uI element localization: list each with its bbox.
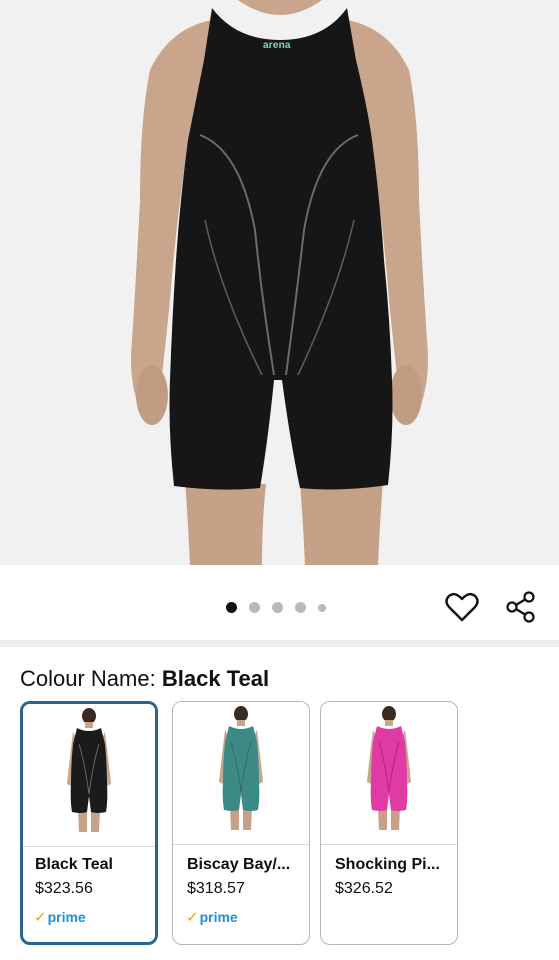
section-divider bbox=[0, 640, 559, 647]
colour-label: Colour Name: bbox=[20, 666, 162, 691]
carousel-dot[interactable] bbox=[249, 602, 260, 613]
favorite-button[interactable] bbox=[444, 589, 480, 625]
swatch-thumbnail bbox=[321, 702, 457, 845]
colour-swatch-shocking-pink[interactable]: Shocking Pi... $326.52 bbox=[320, 701, 458, 945]
share-button[interactable] bbox=[503, 589, 539, 625]
swimsuit-model-illustration bbox=[0, 0, 559, 565]
carousel-dot[interactable] bbox=[272, 602, 283, 613]
swatch-name: Biscay Bay/... bbox=[187, 856, 291, 873]
share-icon bbox=[506, 591, 535, 623]
swimsuit-thumbnail bbox=[219, 706, 263, 830]
carousel-dot[interactable] bbox=[226, 602, 237, 613]
brand-logo: arena bbox=[263, 40, 291, 51]
colour-swatch-list: Black Teal $323.56 ✓ prime Biscay Bay/...… bbox=[20, 701, 559, 951]
swatch-price: $318.57 bbox=[187, 880, 245, 897]
image-controls bbox=[0, 565, 559, 643]
prime-check-icon: ✓ bbox=[186, 909, 199, 926]
swatch-thumbnail bbox=[173, 702, 309, 845]
colour-swatch-black-teal[interactable]: Black Teal $323.56 ✓ prime bbox=[20, 701, 158, 945]
swatch-price: $323.56 bbox=[35, 880, 93, 897]
swatch-price: $326.52 bbox=[335, 880, 393, 897]
prime-badge: ✓ prime bbox=[186, 908, 238, 926]
prime-check-icon: ✓ bbox=[34, 909, 47, 926]
swimsuit-thumbnail bbox=[367, 706, 411, 830]
prime-label: prime bbox=[199, 909, 238, 925]
swatch-name: Shocking Pi... bbox=[335, 856, 440, 873]
prime-badge: ✓ prime bbox=[34, 908, 86, 926]
carousel-dot[interactable] bbox=[295, 602, 306, 613]
swimsuit-thumbnail bbox=[67, 708, 111, 832]
product-image[interactable]: arena bbox=[0, 0, 559, 565]
swatch-thumbnail bbox=[23, 704, 155, 847]
swatch-name: Black Teal bbox=[35, 856, 113, 873]
carousel-dot[interactable] bbox=[318, 603, 326, 612]
colour-name-heading: Colour Name: Black Teal bbox=[20, 666, 269, 692]
carousel-indicator[interactable] bbox=[226, 602, 326, 613]
colour-swatch-biscay-bay[interactable]: Biscay Bay/... $318.57 ✓ prime bbox=[172, 701, 310, 945]
prime-label: prime bbox=[47, 909, 86, 925]
colour-value: Black Teal bbox=[161, 666, 270, 691]
heart-icon bbox=[445, 592, 479, 622]
